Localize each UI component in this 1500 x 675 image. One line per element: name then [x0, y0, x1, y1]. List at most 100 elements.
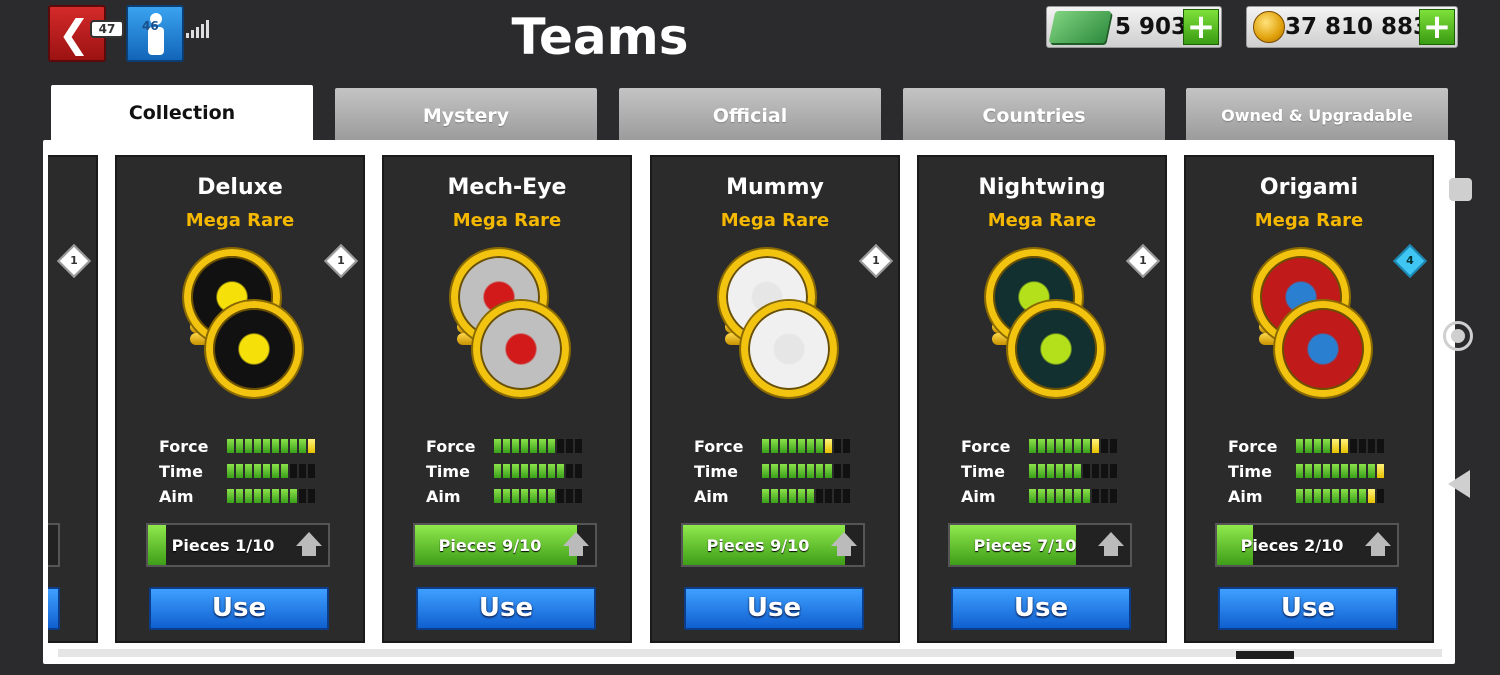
cue-card-nightwing[interactable]: Nightwing Mega Rare 1 Force Time Aim Pieces 7/…	[917, 155, 1167, 643]
cue-stats: Force Time Aim	[961, 437, 1131, 512]
cue-card-mech-eye[interactable]: Mech-Eye Mega Rare Force Time Aim Pieces 9/10…	[382, 155, 632, 643]
home-icon[interactable]	[1443, 321, 1473, 351]
level-badge: 1	[57, 244, 91, 278]
pieces-progress: Pieces 7/10	[948, 523, 1132, 567]
partial-cue-card[interactable]: 1	[48, 155, 98, 643]
stat-bar-force	[1296, 439, 1384, 453]
bat-icon	[986, 249, 1106, 399]
back-arrow-icon: ❮	[58, 12, 90, 56]
stat-bar-aim	[1029, 489, 1117, 503]
coins-amount: 37 810 883	[1285, 14, 1430, 40]
use-button[interactable]: Use	[684, 587, 864, 630]
use-button[interactable]: Use	[149, 587, 329, 630]
tab-collection[interactable]: Collection	[51, 85, 313, 143]
pieces-progress: Pieces 9/10	[681, 523, 865, 567]
cue-collection-panel: 1 Deluxe Mega Rare 1 Force Time Aim Pieces 1/1…	[43, 140, 1455, 664]
stat-time: Time	[694, 462, 864, 487]
coin-icon	[1253, 11, 1285, 43]
stat-aim: Aim	[426, 487, 596, 512]
add-cash-button[interactable]: +	[1183, 9, 1219, 45]
stat-bar-force	[762, 439, 850, 453]
stat-force: Force	[426, 437, 596, 462]
upgrade-arrow-icon[interactable]	[1098, 532, 1124, 546]
stat-bar-time	[1029, 464, 1117, 478]
cue-rarity: Mega Rare	[185, 210, 295, 231]
stat-force: Force	[961, 437, 1131, 462]
cue-card-mummy[interactable]: Mummy Mega Rare 1 Force Time Aim Pieces 9/10 Us…	[650, 155, 900, 643]
stat-label: Time	[961, 462, 1005, 481]
cue-card-deluxe[interactable]: Deluxe Mega Rare 1 Force Time Aim Pieces 1/10 U…	[115, 155, 365, 643]
cue-stats: Force Time Aim	[159, 437, 329, 512]
stat-bar-aim	[1296, 489, 1384, 503]
stat-label: Aim	[159, 487, 194, 506]
use-button[interactable]	[48, 587, 60, 630]
diamond-icon	[184, 249, 304, 399]
cue-name: Mummy	[726, 175, 824, 200]
stat-label: Force	[1228, 437, 1278, 456]
tab-official[interactable]: Official	[619, 88, 881, 142]
stat-bar-time	[494, 464, 582, 478]
nav-back-icon[interactable]	[1448, 470, 1470, 498]
pieces-label: Pieces 2/10	[1240, 536, 1344, 555]
stat-label: Force	[159, 437, 209, 456]
pieces-progress: Pieces 1/10	[146, 523, 330, 567]
page-title: Teams	[511, 8, 689, 66]
upgrade-arrow-icon[interactable]	[296, 532, 322, 546]
stat-bar-time	[1296, 464, 1384, 478]
stat-label: Aim	[1228, 487, 1263, 506]
horizontal-scrollbar[interactable]	[58, 649, 1442, 657]
stat-bar-force	[227, 439, 315, 453]
stat-label: Aim	[426, 487, 461, 506]
upgrade-arrow-icon[interactable]	[831, 532, 857, 546]
tab-owned-upgradable[interactable]: Owned & Upgradable	[1186, 88, 1448, 142]
stat-label: Time	[426, 462, 470, 481]
cue-stats: Force Time Aim	[426, 437, 596, 512]
stat-time: Time	[426, 462, 596, 487]
cards-scroll-area[interactable]: 1 Deluxe Mega Rare 1 Force Time Aim Pieces 1/1…	[48, 145, 1440, 651]
cue-rarity: Mega Rare	[452, 210, 562, 231]
recent-apps-icon[interactable]	[1449, 178, 1472, 201]
upgrade-arrow-icon[interactable]	[563, 532, 589, 546]
signal-icon	[186, 18, 209, 38]
add-coins-button[interactable]: +	[1419, 9, 1455, 45]
cue-rarity: Mega Rare	[987, 210, 1097, 231]
stat-bar-time	[762, 464, 850, 478]
coins-display: 37 810 883 +	[1246, 6, 1458, 48]
tab-mystery[interactable]: Mystery	[335, 88, 597, 142]
stat-label: Time	[1228, 462, 1272, 481]
use-button[interactable]: Use	[951, 587, 1131, 630]
profile-button[interactable]: 46	[126, 5, 184, 62]
stat-force: Force	[159, 437, 329, 462]
stat-label: Force	[961, 437, 1011, 456]
robot-eye-icon	[451, 249, 571, 399]
battery-indicator: 47	[90, 20, 124, 38]
use-button[interactable]: Use	[416, 587, 596, 630]
mummy-icon	[719, 249, 839, 399]
stat-force: Force	[1228, 437, 1398, 462]
stat-bar-force	[494, 439, 582, 453]
use-button[interactable]: Use	[1218, 587, 1398, 630]
level-badge: 1	[859, 244, 893, 278]
pieces-progress: Pieces 2/10	[1215, 523, 1399, 567]
cash-display: 5 903 +	[1046, 6, 1222, 48]
pieces-label: Pieces 9/10	[706, 536, 810, 555]
pieces-progress: Pieces 9/10	[413, 523, 597, 567]
stat-time: Time	[1228, 462, 1398, 487]
upgrade-arrow-icon[interactable]	[1365, 532, 1391, 546]
level-badge: 4	[1393, 244, 1427, 278]
cue-card-origami[interactable]: Origami Mega Rare 4 Force Time Aim Pieces 2/10…	[1184, 155, 1434, 643]
stat-bar-aim	[227, 489, 315, 503]
tab-countries[interactable]: Countries	[903, 88, 1165, 142]
stat-time: Time	[961, 462, 1131, 487]
cue-stats: Force Time Aim	[1228, 437, 1398, 512]
pieces-label: Pieces 9/10	[438, 536, 542, 555]
cue-stats: Force Time Aim	[694, 437, 864, 512]
stat-aim: Aim	[961, 487, 1131, 512]
stat-aim: Aim	[159, 487, 329, 512]
stat-label: Aim	[694, 487, 729, 506]
pieces-label: Pieces 1/10	[171, 536, 275, 555]
stat-label: Aim	[961, 487, 996, 506]
stat-aim: Aim	[694, 487, 864, 512]
scrollbar-thumb[interactable]	[1236, 651, 1294, 659]
stat-aim: Aim	[1228, 487, 1398, 512]
